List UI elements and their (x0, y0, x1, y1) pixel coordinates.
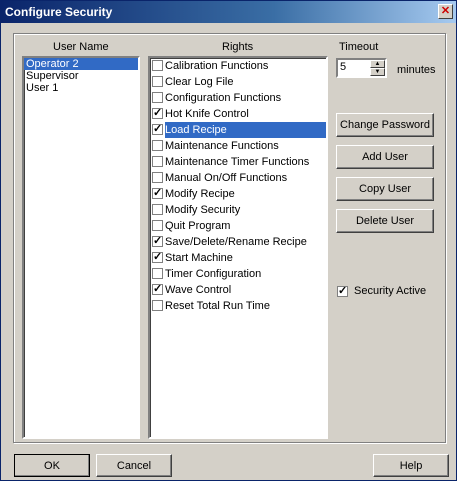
check-icon[interactable] (152, 172, 163, 183)
rights-item-label: Modify Security (165, 204, 241, 216)
rights-list-item[interactable]: Modify Security (150, 202, 326, 218)
rights-list-item[interactable]: Clear Log File (150, 74, 326, 90)
rights-list-item[interactable]: Calibration Functions (150, 58, 326, 74)
close-icon[interactable]: ✕ (438, 4, 453, 19)
delete-user-button[interactable]: Delete User (336, 209, 434, 233)
rights-list-item[interactable]: Maintenance Functions (150, 138, 326, 154)
rights-list-item[interactable]: ✓ Load Recipe (150, 122, 326, 138)
rights-list-item[interactable]: Reset Total Run Time (150, 298, 326, 314)
user-list-item[interactable]: User 1 (24, 82, 138, 94)
check-icon[interactable]: ✓ (152, 124, 163, 135)
user-list-item[interactable]: Supervisor (24, 70, 138, 82)
rights-list-item[interactable]: Timer Configuration (150, 266, 326, 282)
check-icon[interactable] (152, 156, 163, 167)
rights-item-label: Timer Configuration (165, 268, 262, 280)
title-bar: Configure Security ✕ (1, 1, 456, 23)
rights-list-item[interactable]: ✓ Hot Knife Control (150, 106, 326, 122)
check-icon[interactable] (152, 76, 163, 87)
rights-item-label: Reset Total Run Time (165, 300, 270, 312)
rights-list-item[interactable]: ✓ Start Machine (150, 250, 326, 266)
check-icon[interactable] (152, 268, 163, 279)
window-title: Configure Security (5, 5, 113, 19)
rights-item-label: Start Machine (165, 252, 233, 264)
rights-list-item[interactable]: Configuration Functions (150, 90, 326, 106)
check-icon[interactable] (152, 300, 163, 311)
security-active-check-icon[interactable]: ✓ (337, 286, 348, 297)
timeout-spinner[interactable]: 5 ▲ ▼ (336, 58, 387, 78)
timeout-label: Timeout (339, 41, 379, 53)
rights-header: Rights (222, 41, 254, 53)
rights-list[interactable]: Calibration Functions Clear Log File Confi… (148, 56, 328, 439)
security-active-label: Security Active (354, 285, 427, 297)
user-name-header: User Name (53, 41, 109, 53)
rights-item-label: Quit Program (165, 220, 231, 232)
cancel-button[interactable]: Cancel (96, 454, 172, 477)
check-icon[interactable]: ✓ (152, 284, 163, 295)
rights-item-label: Modify Recipe (165, 188, 235, 200)
check-icon[interactable]: ✓ (152, 108, 163, 119)
ok-button[interactable]: OK (14, 454, 90, 477)
rights-list-item[interactable]: ✓ Save/Delete/Rename Recipe (150, 234, 326, 250)
security-active-checkbox[interactable]: ✓ Security Active (337, 285, 447, 299)
rights-item-label: Clear Log File (165, 76, 234, 88)
check-icon[interactable] (152, 204, 163, 215)
rights-item-label: Maintenance Timer Functions (165, 156, 310, 168)
check-icon[interactable]: ✓ (152, 236, 163, 247)
timeout-unit: minutes (397, 64, 436, 76)
rights-item-label: Maintenance Functions (165, 140, 279, 152)
check-icon[interactable] (152, 92, 163, 103)
check-icon[interactable]: ✓ (152, 252, 163, 263)
rights-list-item[interactable]: ✓ Wave Control (150, 282, 326, 298)
rights-item-label: Hot Knife Control (165, 108, 249, 120)
check-icon[interactable] (152, 60, 163, 71)
rights-item-label: Save/Delete/Rename Recipe (165, 236, 307, 248)
rights-list-item[interactable]: Maintenance Timer Functions (150, 154, 326, 170)
rights-item-label: Load Recipe (165, 122, 326, 138)
check-icon[interactable] (152, 220, 163, 231)
timeout-value[interactable]: 5 (340, 61, 346, 73)
user-list[interactable]: Operator 2 Supervisor User 1 (22, 56, 140, 439)
check-icon[interactable] (152, 140, 163, 151)
rights-item-label: Manual On/Off Functions (165, 172, 288, 184)
add-user-button[interactable]: Add User (336, 145, 434, 169)
check-icon[interactable]: ✓ (152, 188, 163, 199)
help-button[interactable]: Help (373, 454, 449, 477)
spin-up-icon[interactable]: ▲ (370, 60, 385, 68)
rights-list-item[interactable]: Quit Program (150, 218, 326, 234)
spin-down-icon[interactable]: ▼ (370, 68, 385, 76)
user-list-item[interactable]: Operator 2 (24, 58, 138, 70)
configure-security-dialog: Configure Security ✕ User Name Operator … (0, 0, 457, 481)
rights-item-label: Configuration Functions (165, 92, 282, 104)
rights-item-label: Calibration Functions (165, 60, 269, 72)
rights-list-item[interactable]: ✓ Modify Recipe (150, 186, 326, 202)
rights-list-item[interactable]: Manual On/Off Functions (150, 170, 326, 186)
rights-item-label: Wave Control (165, 284, 232, 296)
change-password-button[interactable]: Change Password (336, 113, 434, 137)
copy-user-button[interactable]: Copy User (336, 177, 434, 201)
